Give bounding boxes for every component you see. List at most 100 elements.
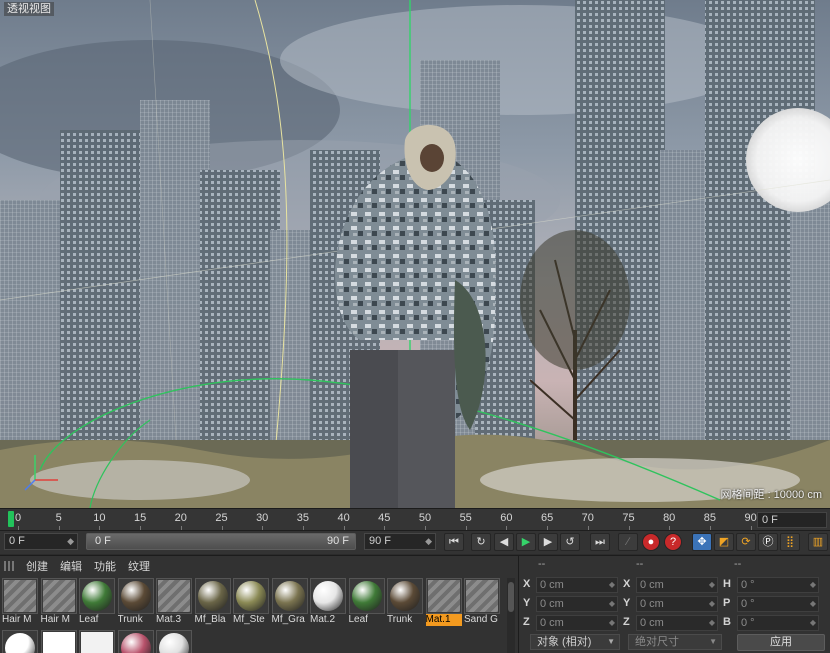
material-thumbnail[interactable]: Mf_Ste: [233, 578, 269, 626]
material-scrollbar[interactable]: [507, 578, 515, 653]
material-thumbnail[interactable]: Mf_Bla: [194, 578, 231, 626]
pla-keys-icon[interactable]: ⣿: [780, 533, 800, 551]
coordinate-field[interactable]: 0 ° ◆: [737, 615, 819, 631]
spinner-icon[interactable]: ◆: [609, 597, 615, 611]
spinner-icon[interactable]: ◆: [67, 534, 74, 549]
apply-button[interactable]: 应用: [737, 634, 825, 651]
coordinate-value: 0 cm: [640, 579, 664, 591]
material-thumbnail[interactable]: [156, 630, 192, 653]
material-thumbnail[interactable]: Trunk: [117, 578, 154, 626]
material-thumbnail[interactable]: Mat.1: [425, 578, 462, 626]
spinner-icon[interactable]: ◆: [810, 616, 816, 630]
coordinate-mode-value: 对象 (相对): [537, 636, 592, 648]
spinner-icon[interactable]: ◆: [810, 597, 816, 611]
material-thumbnail[interactable]: [40, 630, 77, 653]
play-button[interactable]: ▶: [516, 533, 536, 551]
go-to-end-button[interactable]: ⏭: [590, 533, 610, 551]
spinner-icon[interactable]: ◆: [709, 578, 715, 592]
spinner-icon[interactable]: ◆: [810, 578, 816, 592]
coordinate-field[interactable]: 0 cm ◆: [536, 577, 618, 593]
keyframe-lock-icon[interactable]: ∕: [618, 533, 638, 551]
coordinate-field[interactable]: 0 cm ◆: [636, 596, 718, 612]
material-swatch: [42, 632, 75, 653]
material-swatch: [158, 580, 190, 612]
scale-keys-icon[interactable]: ◩: [714, 533, 734, 551]
coordinate-field[interactable]: 0 cm ◆: [636, 577, 718, 593]
material-thumbnail[interactable]: [2, 630, 38, 653]
frame-ruler[interactable]: 0 5 10 15 20 25 30 35 40 45 50 55 60 65 70 75 80 85 90: [0, 509, 757, 531]
material-thumbnail[interactable]: Leaf: [348, 578, 385, 626]
menu-texture[interactable]: 纹理: [128, 558, 150, 574]
coordinate-field[interactable]: 0 ° ◆: [737, 596, 819, 612]
material-preview-icon: [464, 578, 500, 614]
record-button[interactable]: ●: [642, 533, 660, 551]
material-name: Mat.3: [156, 614, 182, 625]
coordinate-field[interactable]: 0 ° ◆: [737, 577, 819, 593]
material-thumbnail[interactable]: Trunk: [387, 578, 423, 626]
material-preview-icon: [40, 578, 77, 614]
menu-create[interactable]: 创建: [26, 558, 48, 574]
size-mode-dropdown[interactable]: 绝对尺寸 ▼: [628, 634, 722, 650]
coordinate-field[interactable]: 0 cm ◆: [536, 615, 618, 631]
material-thumbnail[interactable]: [117, 630, 154, 653]
move-keys-icon[interactable]: ✥: [692, 533, 712, 551]
material-swatch: [274, 581, 305, 611]
material-thumbnail[interactable]: Sand G: [464, 578, 500, 626]
timeline-ruler[interactable]: 0 5 10 15 20 25 30 35 40 45 50 55 60 65 70 75 80 85 90 0 F: [0, 508, 830, 531]
range-end-value: 90 F: [326, 535, 349, 547]
prev-frame-button[interactable]: ◀: [494, 533, 514, 551]
material-preview-icon: [117, 578, 154, 614]
playhead-marker[interactable]: [8, 511, 14, 527]
material-swatch: [5, 633, 35, 653]
end-frame-field[interactable]: 90 F ◆: [364, 533, 436, 550]
material-thumbnail[interactable]: Mat.3: [156, 578, 192, 626]
coordinate-field[interactable]: 0 cm ◆: [636, 615, 718, 631]
material-name: Mat.2: [310, 614, 336, 625]
spinner-icon[interactable]: ◆: [609, 616, 615, 630]
material-preview-icon: [2, 630, 38, 653]
start-frame-field[interactable]: 0 F ◆: [4, 533, 78, 550]
spinner-icon[interactable]: ◆: [709, 616, 715, 630]
menu-edit[interactable]: 编辑: [60, 558, 82, 574]
spinner-icon[interactable]: ◆: [425, 534, 432, 549]
material-name: Trunk: [387, 614, 413, 625]
coordinate-value: 0 cm: [540, 579, 564, 591]
viewport-title[interactable]: 透视视图: [4, 2, 54, 16]
frame-tick-label: 80: [663, 512, 676, 524]
scrollbar-thumb[interactable]: [508, 582, 514, 612]
coordinate-mode-dropdown[interactable]: 对象 (相对) ▼: [530, 634, 620, 650]
rotate-keys-icon[interactable]: ⟳: [736, 533, 756, 551]
material-thumbnail[interactable]: [79, 630, 115, 653]
preview-range-slider[interactable]: 0 F 90 F: [86, 533, 356, 550]
spinner-icon[interactable]: ◆: [609, 578, 615, 592]
autokey-button[interactable]: ?: [664, 533, 682, 551]
param-keys-icon[interactable]: Ⓟ: [758, 533, 778, 551]
material-thumbnail[interactable]: Leaf: [79, 578, 115, 626]
spinner-icon[interactable]: ◆: [709, 597, 715, 611]
material-thumbnail[interactable]: Mf_Gra: [271, 578, 308, 626]
go-to-start-button[interactable]: ⏮: [444, 533, 464, 551]
material-swatch: [4, 580, 36, 612]
next-frame-button[interactable]: ▶: [538, 533, 558, 551]
material-name: Leaf: [348, 614, 368, 625]
frame-tick-label: 70: [581, 512, 594, 524]
axis-label: Z: [623, 616, 630, 628]
material-preview-icon: [194, 578, 231, 614]
material-preview-icon: [40, 630, 77, 653]
perspective-viewport[interactable]: 透视视图 网格间距 : 10000 cm: [0, 0, 830, 508]
frame-tick-label: 45: [378, 512, 391, 524]
material-thumbnail[interactable]: Hair M: [40, 578, 77, 626]
prev-key-button[interactable]: ↻: [471, 533, 491, 551]
coordinate-field[interactable]: 0 cm ◆: [536, 596, 618, 612]
material-thumbnail[interactable]: Hair M: [2, 578, 38, 626]
material-menu-bar: 创建 编辑 功能 纹理: [0, 556, 518, 576]
current-frame-field[interactable]: 0 F: [757, 512, 827, 528]
next-key-button[interactable]: ↺: [560, 533, 580, 551]
frame-tick-label: 90: [744, 512, 757, 524]
material-thumbnail[interactable]: Mat.2: [310, 578, 346, 626]
material-name: Mf_Gra: [271, 614, 305, 625]
film-strip-icon[interactable]: ▥: [808, 533, 828, 551]
menu-function[interactable]: 功能: [94, 558, 116, 574]
axis-label: Z: [523, 616, 530, 628]
grip-icon[interactable]: [4, 561, 14, 571]
